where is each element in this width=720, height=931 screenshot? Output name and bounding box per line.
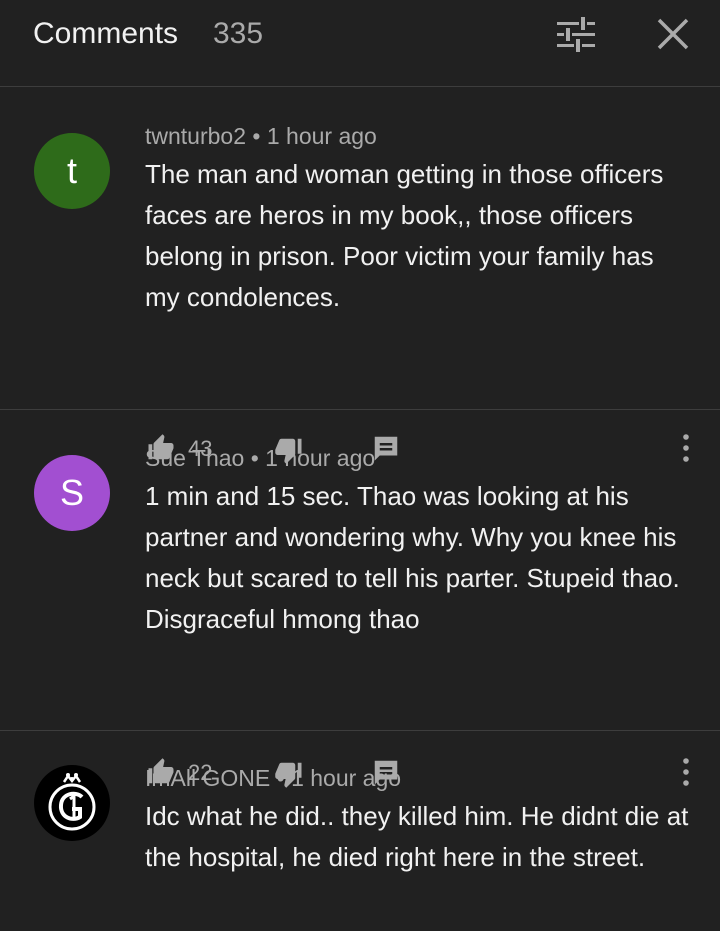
meta-separator: • [244, 445, 266, 471]
comments-title: Comments [33, 17, 179, 50]
comment-time[interactable]: 1 hour ago [267, 123, 377, 149]
comment-text: 1 min and 15 sec. Thao was looking at hi… [145, 481, 680, 634]
comment-time[interactable]: 1 hour ago [265, 445, 375, 471]
comment-item: t twnturbo2 • 1 hour ago The man and wom… [0, 87, 720, 464]
comment-meta: Sue Thao • 1 hour ago [145, 445, 375, 472]
avatar[interactable] [34, 765, 110, 841]
comments-count: 335 [213, 17, 264, 50]
meta-separator: • [270, 765, 292, 791]
comment-author[interactable]: twnturbo2 [145, 123, 246, 149]
meta-separator: • [246, 123, 267, 149]
comment-item: S Sue Thao • 1 hour ago 1 min and 15 sec… [0, 410, 720, 788]
avatar[interactable]: S [34, 455, 110, 531]
comment-item: ImAll GONE • 1 hour ago Idc what he did.… [0, 731, 720, 931]
close-icon[interactable] [653, 14, 693, 54]
comment-author[interactable]: Sue Thao [145, 445, 244, 471]
comment-text: The man and woman getting in those offic… [145, 159, 664, 312]
comment-time[interactable]: 1 hour ago [291, 765, 401, 791]
avatar-letter: t [66, 150, 77, 191]
comments-header: Comments 335 [0, 0, 720, 87]
filter-sort-icon[interactable] [555, 16, 597, 54]
avatar[interactable]: t [34, 133, 110, 209]
comment-text: Idc what he did.. they killed him. He di… [145, 801, 689, 872]
channel-logo-icon [36, 767, 108, 839]
comment-meta: ImAll GONE • 1 hour ago [145, 765, 401, 792]
comment-author[interactable]: ImAll GONE [145, 765, 270, 791]
comment-meta: twnturbo2 • 1 hour ago [145, 123, 377, 150]
avatar-letter: S [59, 472, 84, 513]
